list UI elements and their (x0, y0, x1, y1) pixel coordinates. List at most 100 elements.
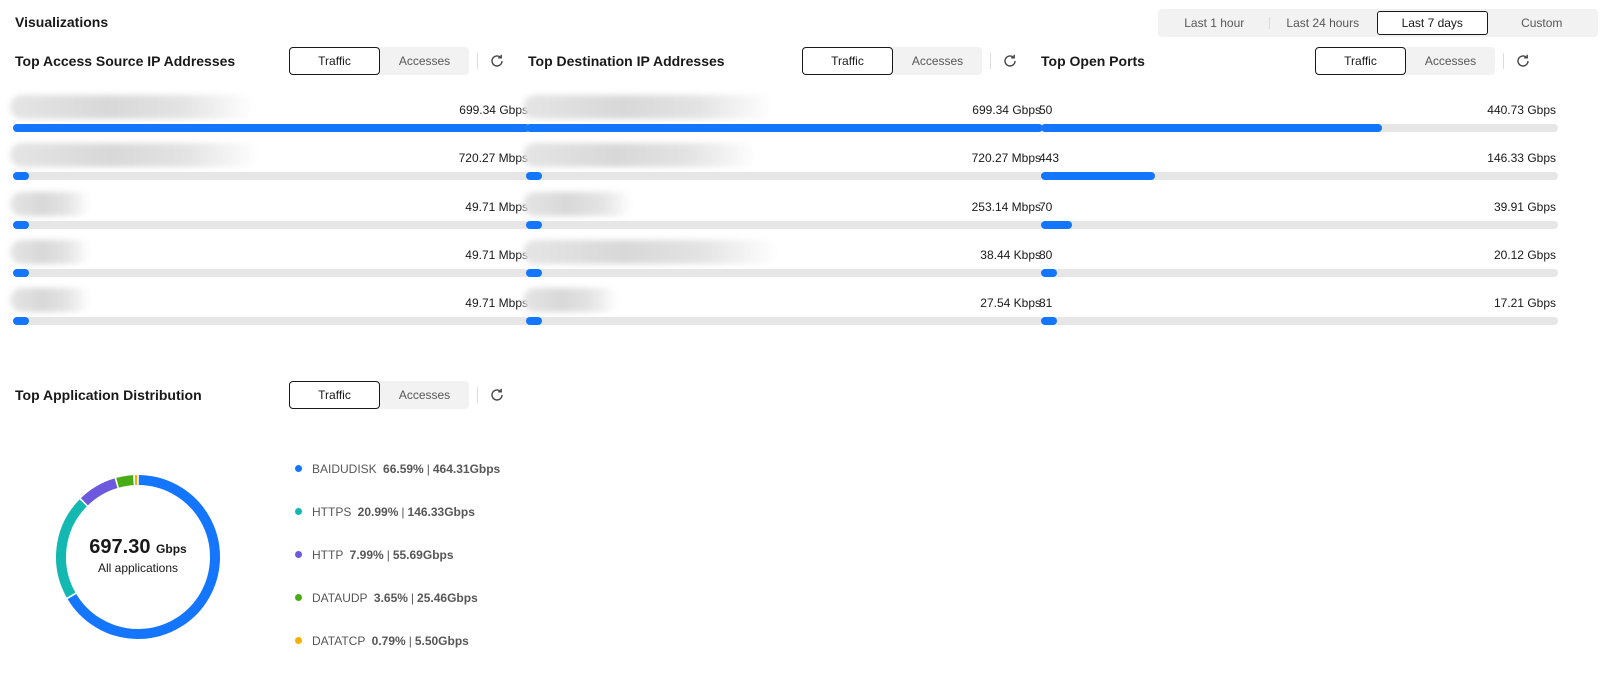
app-distribution-donut-chart: 697.30 Gbps All applications (53, 472, 223, 642)
tab-traffic[interactable]: Traffic (289, 381, 380, 409)
redacted-ip-address (10, 239, 90, 264)
progress-track (13, 220, 530, 229)
legend-percent: 0.79% (368, 634, 406, 648)
divider (477, 387, 478, 403)
legend-item[interactable]: HTTPS 20.99% | 146.33Gbps (295, 505, 475, 519)
ranking-row: 699.34 Gbps (10, 95, 530, 149)
legend-name: BAIDUDISK (312, 462, 377, 476)
row-value: 49.71 Mbps (465, 247, 528, 262)
refresh-icon[interactable] (1002, 53, 1018, 69)
row-value: 699.34 Gbps (459, 103, 528, 117)
tab-accesses[interactable]: Accesses (380, 47, 469, 75)
redacted-ip-address (523, 239, 778, 264)
legend-item[interactable]: BAIDUDISK 66.59% | 464.31Gbps (295, 462, 500, 476)
redacted-ip-address (10, 191, 90, 216)
progress-fill (526, 124, 1043, 132)
row-label: 80 (1039, 247, 1053, 262)
row-value: 440.73 Gbps (1487, 103, 1556, 117)
legend-separator: | (410, 591, 415, 605)
panel-top-application-distribution: Top Application Distribution Traffic Acc… (15, 381, 533, 411)
progress-fill (526, 220, 542, 229)
divider (1503, 53, 1504, 69)
legend-percent: 66.59% (379, 462, 424, 476)
tab-traffic[interactable]: Traffic (1315, 47, 1406, 75)
divider (990, 53, 991, 69)
tab-accesses[interactable]: Accesses (893, 47, 982, 75)
legend-percent: 7.99% (346, 548, 384, 562)
redacted-ip-address (523, 288, 618, 313)
refresh-icon[interactable] (1515, 53, 1531, 69)
progress-fill (1041, 172, 1155, 181)
row-label: 81 (1039, 296, 1053, 311)
tab-traffic[interactable]: Traffic (289, 47, 380, 75)
row-value: 20.12 Gbps (1493, 247, 1556, 262)
metric-toggle: Traffic Accesses (289, 381, 469, 409)
progress-track (13, 124, 530, 132)
progress-fill (13, 268, 29, 277)
ranking-row: 50 440.73 Gbps (1038, 101, 1558, 149)
panel-top-open-ports: Top Open Ports Traffic Accesses 50 440.73… (1039, 47, 1559, 326)
row-value: 146.33 Gbps (1487, 151, 1556, 166)
legend-item[interactable]: DATAUDP 3.65% | 25.46Gbps (295, 591, 478, 605)
redacted-ip-address (10, 95, 255, 119)
ranking-row: 80 20.12 Gbps (1038, 246, 1558, 294)
tab-traffic[interactable]: Traffic (802, 47, 893, 75)
refresh-icon[interactable] (489, 387, 505, 403)
refresh-icon[interactable] (489, 53, 505, 69)
progress-fill (13, 317, 29, 326)
progress-track (1041, 268, 1558, 277)
legend-dot (295, 637, 302, 644)
ranking-row: 49.71 Mbps (10, 288, 530, 342)
row-label: 70 (1039, 199, 1053, 214)
row-value: 720.27 Mbps (458, 151, 528, 166)
row-value: 49.71 Mbps (465, 296, 528, 311)
legend-dot (295, 508, 302, 515)
row-value: 39.91 Gbps (1493, 199, 1556, 214)
row-value: 253.14 Mbps (971, 199, 1041, 214)
legend-item[interactable]: HTTP 7.99% | 55.69Gbps (295, 548, 454, 562)
progress-track (13, 317, 530, 326)
time-range-selector: Last 1 hour Last 24 hours Last 7 days Cu… (1158, 9, 1598, 37)
tab-accesses[interactable]: Accesses (1406, 47, 1495, 75)
donut-total-value: 697.30 (89, 536, 151, 558)
progress-fill (1041, 317, 1057, 326)
panel-title: Top Application Distribution (15, 387, 202, 403)
progress-fill (526, 172, 542, 181)
page-title: Visualizations (15, 14, 109, 30)
progress-fill (13, 124, 530, 132)
progress-fill (526, 268, 542, 277)
progress-track (1041, 220, 1558, 229)
legend-name: DATAUDP (312, 591, 368, 605)
row-label: 443 (1039, 151, 1060, 166)
time-range-custom[interactable]: Custom (1488, 11, 1597, 35)
progress-track (526, 268, 1043, 277)
legend-separator: | (386, 548, 390, 562)
legend-value: 55.69Gbps (392, 548, 454, 562)
legend-name: DATATCP (312, 634, 366, 648)
legend-value: 464.31Gbps (432, 462, 501, 476)
panel-title: Top Destination IP Addresses (528, 53, 725, 69)
tab-accesses[interactable]: Accesses (380, 381, 469, 409)
ranking-row: 253.14 Mbps (523, 191, 1043, 246)
legend-dot (295, 465, 302, 472)
legend-separator: | (426, 462, 430, 476)
legend-name: HTTP (312, 548, 344, 562)
progress-track (526, 317, 1043, 326)
metric-toggle: Traffic Accesses (289, 47, 469, 75)
redacted-ip-address (523, 191, 633, 216)
donut-total: 697.30 Gbps (53, 536, 223, 559)
progress-fill (13, 172, 29, 181)
progress-fill (1041, 124, 1383, 132)
progress-track (526, 172, 1043, 181)
redacted-ip-address (10, 288, 90, 313)
ranking-row: 443 146.33 Gbps (1038, 149, 1558, 197)
redacted-ip-address (10, 143, 260, 168)
legend-item[interactable]: DATATCP 0.79% | 5.50Gbps (295, 634, 469, 648)
legend-name: HTTPS (312, 505, 352, 519)
time-range-last-7-days[interactable]: Last 7 days (1377, 11, 1488, 35)
metric-toggle: Traffic Accesses (802, 47, 982, 75)
time-range-last-1-hour[interactable]: Last 1 hour (1160, 11, 1269, 35)
legend-value: 25.46Gbps (417, 591, 478, 605)
time-range-last-24-hours[interactable]: Last 24 hours (1268, 11, 1378, 35)
progress-fill (1041, 268, 1057, 277)
